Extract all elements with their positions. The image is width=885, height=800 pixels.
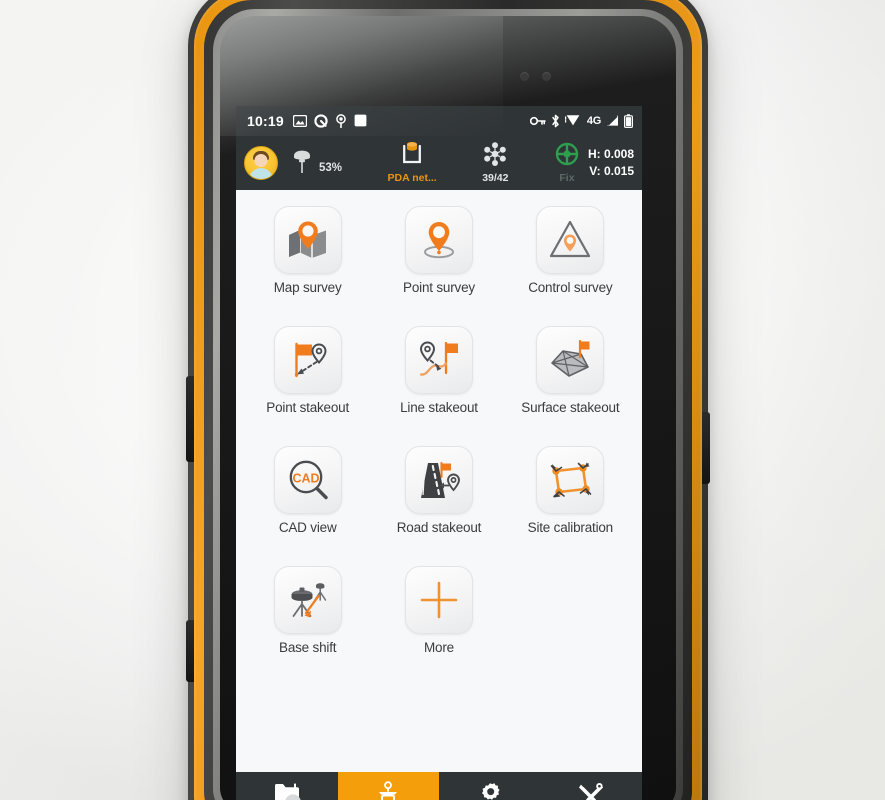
plus-icon <box>404 566 473 634</box>
image-icon <box>292 114 307 127</box>
svg-text:CAD: CAD <box>292 471 319 485</box>
system-status-bar: 10:19 4G <box>236 106 642 135</box>
avatar[interactable] <box>244 145 278 180</box>
tile-line-stakeout[interactable]: Line stakeout <box>373 326 504 446</box>
tab-setting[interactable]: Setting <box>439 772 541 800</box>
tile-label: Line stakeout <box>400 400 478 415</box>
tile-cad-view[interactable]: CAD CAD view <box>242 446 373 566</box>
surface-stakeout-icon <box>536 326 605 394</box>
tile-surface-stakeout[interactable]: Surface stakeout <box>505 326 636 446</box>
network-type-label: 4G <box>586 114 601 127</box>
tile-map-survey[interactable]: Map survey <box>242 206 373 326</box>
tools-icon <box>577 781 605 800</box>
app-grid: Map survey Point survey Control survey P… <box>236 190 642 772</box>
satellite-status[interactable]: 39/42 <box>482 141 508 184</box>
wifi-icon <box>564 114 582 127</box>
phone-glass: 10:19 4G 53% PDA net... 39/42 Fix H: 0.0… <box>220 16 676 800</box>
map-survey-icon <box>273 206 342 274</box>
fix-status-label: Fix <box>559 171 575 184</box>
road-stakeout-icon <box>404 446 473 514</box>
tile-label: Control survey <box>528 280 613 295</box>
signal-icon <box>606 114 619 127</box>
cad-view-icon: CAD <box>273 446 342 514</box>
horizontal-precision-label: H: 0.008 <box>587 147 634 161</box>
tile-label: Base shift <box>279 640 337 655</box>
control-survey-icon <box>536 206 605 274</box>
battery-percent-label: 53% <box>319 161 343 174</box>
status-clock: 10:19 <box>247 112 284 129</box>
avatar-face <box>254 153 268 167</box>
bluetooth-icon <box>551 114 560 128</box>
fix-target-icon <box>554 141 580 172</box>
rover-antenna-icon <box>287 146 317 179</box>
gear-icon <box>477 781 503 800</box>
phone-screen: 10:19 4G 53% PDA net... 39/42 Fix H: 0.0… <box>236 106 642 800</box>
bumper-inner-shell: 10:19 4G 53% PDA net... 39/42 Fix H: 0.0… <box>204 0 692 800</box>
tile-point-stakeout[interactable]: Point stakeout <box>242 326 373 446</box>
grid-empty-cell <box>505 566 636 686</box>
location-pin-icon <box>335 113 347 128</box>
metal-midframe: 10:19 4G 53% PDA net... 39/42 Fix H: 0.0… <box>213 9 683 800</box>
base-shift-icon <box>273 566 342 634</box>
point-survey-icon <box>404 206 473 274</box>
tile-site-calibration[interactable]: Site calibration <box>505 446 636 566</box>
tile-label: Point stakeout <box>266 400 350 415</box>
precision-readout: H: 0.008 V: 0.015 <box>588 147 636 178</box>
tile-label: Surface stakeout <box>521 400 620 415</box>
vertical-precision-label: V: 0.015 <box>589 164 634 178</box>
scene-backdrop: 10:19 4G 53% PDA net... 39/42 Fix H: 0.0… <box>0 0 885 800</box>
point-stakeout-icon <box>273 326 342 394</box>
pda-network-label: PDA net... <box>387 171 437 184</box>
tile-label: CAD view <box>278 520 337 535</box>
tile-road-stakeout[interactable]: Road stakeout <box>373 446 504 566</box>
gnss-network-status[interactable]: PDA net... <box>388 141 437 184</box>
battery-icon <box>624 113 633 128</box>
status-right-icons: 4G <box>529 113 633 128</box>
tile-more[interactable]: More <box>373 566 504 686</box>
tile-label: Site calibration <box>527 520 614 535</box>
orange-bumper: 10:19 4G 53% PDA net... 39/42 Fix H: 0.0… <box>194 0 702 800</box>
line-stakeout-icon <box>404 326 473 394</box>
folder-icon <box>273 781 301 800</box>
tab-tool[interactable]: Tool <box>541 772 643 800</box>
avatar-body <box>249 167 273 179</box>
vpn-key-icon <box>529 116 546 126</box>
tile-label: Map survey <box>273 280 342 295</box>
tab-survey[interactable]: Survey <box>337 772 439 800</box>
status-left-icons <box>292 113 367 128</box>
tile-control-survey[interactable]: Control survey <box>505 206 636 326</box>
sync-q-icon <box>314 113 328 128</box>
rover-battery-status[interactable] <box>287 146 317 179</box>
bottom-tab-bar: Project <box>236 772 642 800</box>
site-calibration-icon <box>536 446 605 514</box>
survey-icon <box>374 781 402 800</box>
tile-base-shift[interactable]: Base shift <box>242 566 373 686</box>
proximity-sensor-icon <box>542 72 551 81</box>
satellite-count-label: 39/42 <box>482 171 509 184</box>
white-square-notification-icon <box>354 114 367 127</box>
front-camera-icon <box>520 72 529 81</box>
fix-status[interactable]: Fix <box>554 141 580 184</box>
satellite-icon <box>482 141 508 172</box>
tile-label: More <box>424 640 454 655</box>
gnss-info-bar: 53% PDA net... 39/42 Fix H: 0.008 V: 0.0… <box>236 135 642 190</box>
tile-label: Road stakeout <box>396 520 482 535</box>
tile-label: Point survey <box>403 280 475 295</box>
tab-project[interactable]: Project <box>236 772 338 800</box>
rugged-phone-device: 10:19 4G 53% PDA net... 39/42 Fix H: 0.0… <box>186 0 710 800</box>
pda-network-icon <box>400 141 424 172</box>
tile-point-survey[interactable]: Point survey <box>373 206 504 326</box>
